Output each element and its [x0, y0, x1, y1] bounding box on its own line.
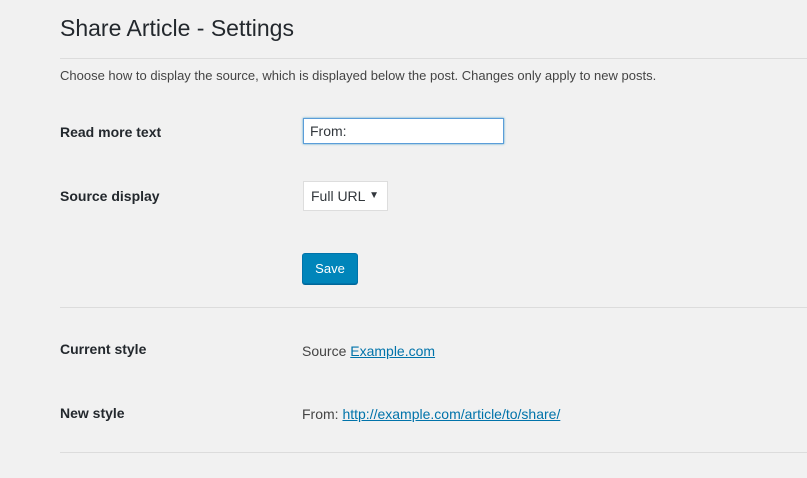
current-style-prefix: Source — [302, 343, 347, 359]
page-title: Share Article - Settings — [60, 15, 294, 41]
source-display-selected: Full URL — [311, 188, 366, 204]
settings-page: Share Article - Settings Choose how to d… — [0, 0, 807, 478]
source-display-label: Source display — [60, 188, 160, 204]
dropdown-arrow-icon: ▼ — [369, 190, 379, 201]
current-style-link[interactable]: Example.com — [350, 343, 435, 359]
save-button[interactable]: Save — [302, 253, 358, 284]
new-style-preview: From: http://example.com/article/to/shar… — [302, 406, 560, 422]
form-divider — [60, 307, 807, 308]
read-more-label: Read more text — [60, 124, 162, 140]
source-display-select[interactable]: Full URL ▼ — [303, 181, 388, 211]
new-style-label: New style — [60, 405, 125, 421]
read-more-input[interactable] — [303, 118, 504, 144]
page-description: Choose how to display the source, which … — [60, 68, 657, 83]
title-divider — [60, 58, 807, 59]
current-style-label: Current style — [60, 341, 147, 357]
new-style-link[interactable]: http://example.com/article/to/share/ — [342, 406, 560, 422]
current-style-preview: Source Example.com — [302, 343, 435, 359]
new-style-prefix: From: — [302, 406, 339, 422]
bottom-divider — [60, 452, 807, 453]
